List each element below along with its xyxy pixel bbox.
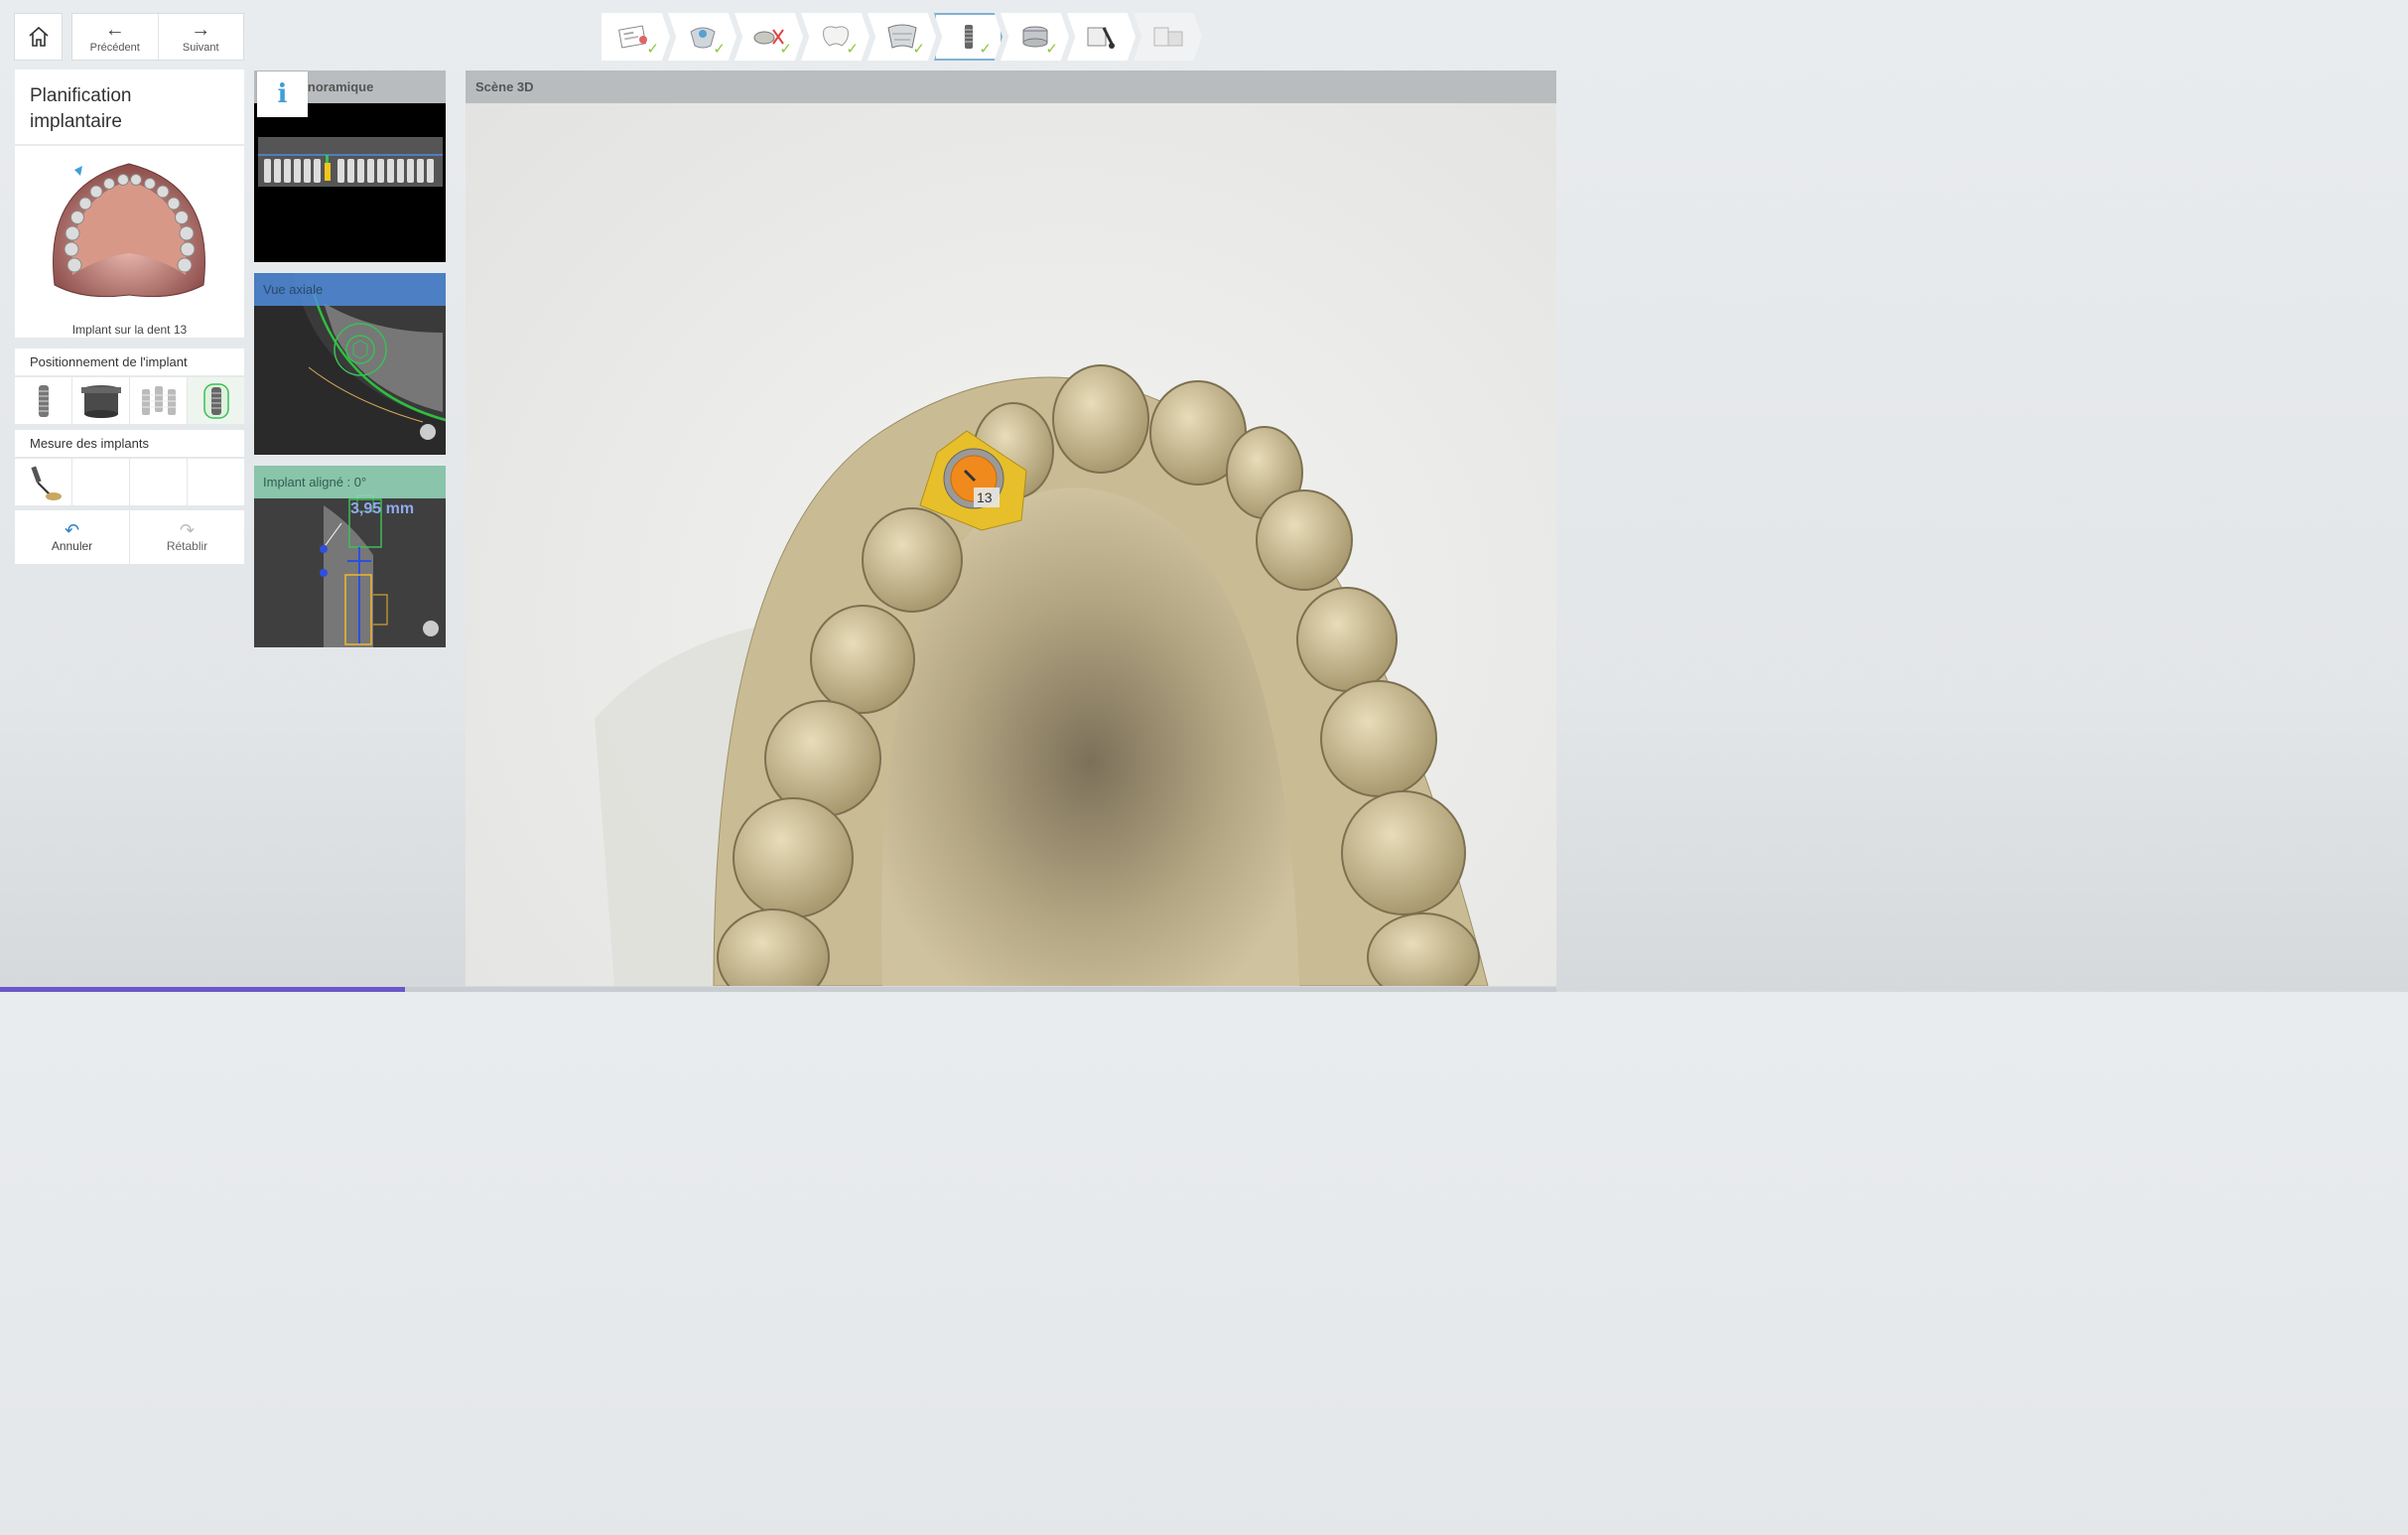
- positioning-section-label: Positionnement de l'implant: [15, 349, 244, 375]
- next-label: Suivant: [182, 41, 219, 54]
- aligned-implant-view[interactable]: Implant aligné : 0° 3,95 mm: [254, 466, 446, 647]
- home-icon: [28, 26, 49, 47]
- measure-tools: [15, 459, 244, 505]
- measurement-label: 3,95 mm: [350, 500, 415, 517]
- step-cut[interactable]: ✓: [735, 13, 803, 61]
- check-icon: ✓: [646, 41, 659, 58]
- sleeve-tool-button[interactable]: [71, 377, 129, 424]
- progress-bar: [0, 987, 1556, 992]
- measure-tool-button[interactable]: [15, 459, 71, 505]
- step-export[interactable]: [1134, 13, 1202, 61]
- page-title: Planification implantaire: [30, 83, 131, 135]
- page-title-line2: implantaire: [30, 111, 122, 132]
- implant-zone-tool-button[interactable]: [187, 377, 244, 424]
- step-ct[interactable]: ✓: [868, 13, 936, 61]
- scene-3d-title: Scène 3D: [466, 70, 1556, 103]
- next-button[interactable]: → Suivant: [157, 14, 244, 60]
- measure-implant-icon: [30, 465, 62, 500]
- panoramic-xray: [258, 137, 443, 187]
- history-buttons: ↶ Annuler ↷ Rétablir: [15, 510, 244, 564]
- info-icon: i: [277, 79, 288, 109]
- arch-overview[interactable]: Implant sur la dent 13: [15, 146, 244, 338]
- step-sleeve[interactable]: ✓: [1001, 13, 1069, 61]
- aligned-view-title: Implant aligné : 0°: [254, 466, 446, 498]
- step-implant[interactable]: ✓: [934, 13, 1003, 61]
- redo-button[interactable]: ↷ Rétablir: [129, 510, 244, 564]
- undo-label: Annuler: [51, 539, 93, 553]
- redo-label: Rétablir: [166, 539, 208, 553]
- parallel-implants-icon: [140, 385, 177, 415]
- check-icon: ✓: [713, 41, 726, 58]
- positioning-tools: [15, 377, 244, 424]
- step-guide[interactable]: [1067, 13, 1136, 61]
- 3d-dental-arch: [595, 364, 1489, 986]
- implant-zone-icon: [202, 382, 229, 419]
- axial-view-title: Vue axiale: [254, 273, 446, 306]
- workflow-steps: ✓ ✓ ✓ ✓ ✓ ✓ ✓: [602, 13, 1241, 61]
- progress-fill: [0, 987, 405, 992]
- implant-icon: [37, 384, 50, 417]
- step-scan[interactable]: ✓: [668, 13, 736, 61]
- parallel-implants-tool-button[interactable]: [129, 377, 187, 424]
- export-icon: [1153, 27, 1182, 47]
- arrow-right-icon: →: [191, 18, 211, 41]
- check-icon: ✓: [912, 41, 925, 58]
- sleeve-icon: [80, 384, 121, 418]
- previous-button[interactable]: ← Précédent: [72, 14, 158, 60]
- empty-tool-slot: [71, 459, 129, 505]
- implant-tool-button[interactable]: [15, 377, 71, 424]
- measure-section-label: Mesure des implants: [15, 430, 244, 457]
- undo-icon: ↶: [64, 520, 80, 540]
- arch-thumbnail: [53, 163, 205, 298]
- check-icon: ✓: [846, 41, 859, 58]
- previous-label: Précédent: [89, 41, 140, 54]
- check-icon: ✓: [979, 41, 992, 58]
- selected-tooth-marker: [74, 166, 82, 176]
- empty-tool-slot: [129, 459, 187, 505]
- check-icon: ✓: [779, 41, 792, 58]
- undo-button[interactable]: ↶ Annuler: [15, 510, 129, 564]
- step-tooth[interactable]: ✓: [801, 13, 870, 61]
- home-button[interactable]: [14, 13, 63, 61]
- guide-design-icon: [1087, 27, 1115, 49]
- check-icon: ✓: [1045, 41, 1058, 58]
- page-title-line1: Planification: [30, 85, 132, 106]
- nav-arrows: ← Précédent → Suivant: [71, 13, 244, 61]
- empty-tool-slot: [187, 459, 244, 505]
- arrow-left-icon: ←: [104, 18, 125, 41]
- scene-3d[interactable]: Scène 3D 13: [466, 70, 1556, 986]
- axial-view[interactable]: Vue axiale: [254, 273, 446, 455]
- redo-icon: ↷: [179, 520, 196, 540]
- step-patient[interactable]: ✓: [602, 13, 670, 61]
- page-title-box: Planification implantaire: [15, 70, 244, 144]
- arch-caption: Implant sur la dent 13: [71, 323, 188, 337]
- info-button[interactable]: i: [257, 71, 308, 117]
- implant-tooth-number: 13: [977, 489, 993, 505]
